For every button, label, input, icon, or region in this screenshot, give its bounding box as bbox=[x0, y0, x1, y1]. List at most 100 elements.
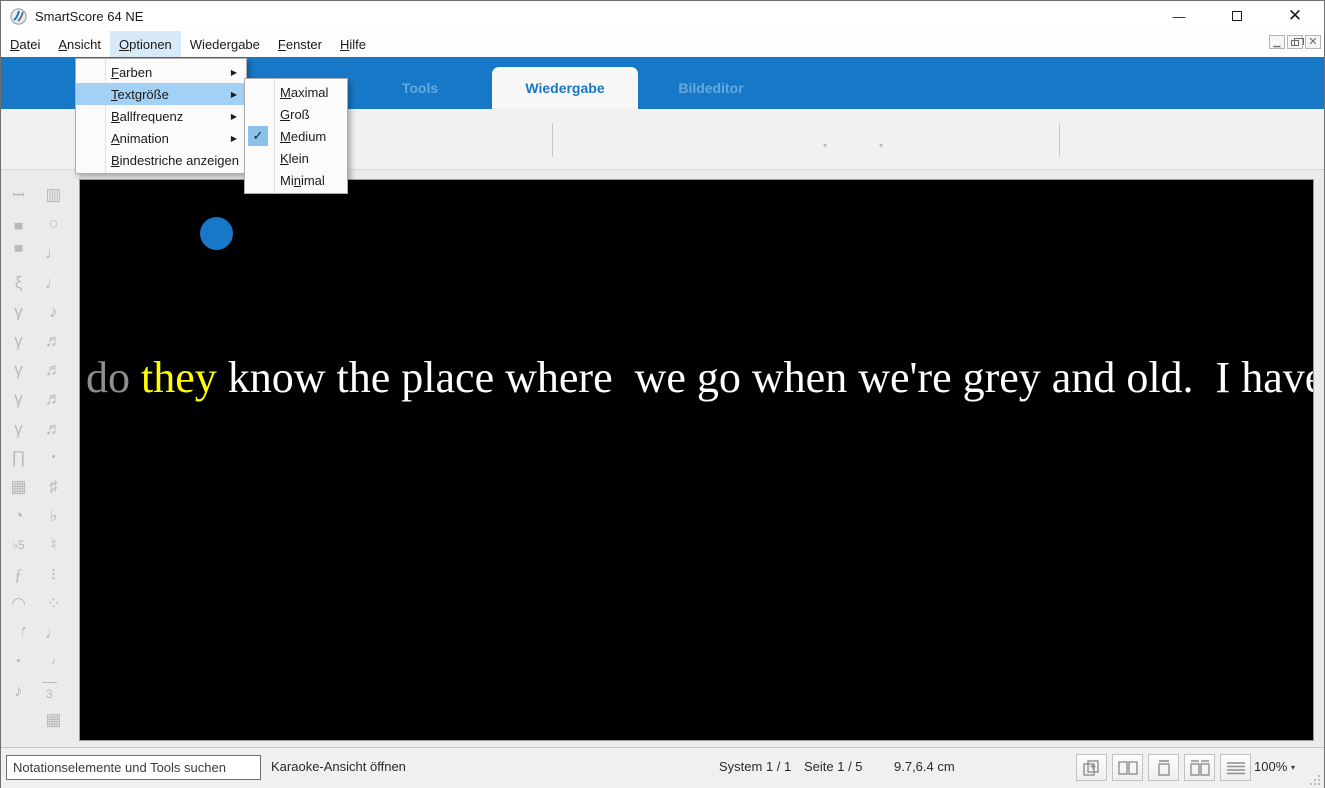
search-input[interactable] bbox=[6, 755, 261, 780]
single-page-view-icon bbox=[1157, 759, 1170, 776]
breve-rest-icon[interactable]: I bbox=[4, 177, 33, 212]
note-grid-icon[interactable]: ▦ bbox=[1, 472, 36, 501]
menu-item-animation[interactable]: Animation ▶ bbox=[76, 127, 246, 149]
stem-note-icon[interactable]: ♩ bbox=[36, 618, 71, 647]
empty-cell bbox=[1, 705, 36, 734]
tab-wiedergabe[interactable]: Wiedergabe bbox=[492, 67, 638, 109]
palette-row: γ ♬ bbox=[1, 326, 71, 355]
mdi-restore-button[interactable] bbox=[1287, 35, 1304, 49]
resize-grip[interactable] bbox=[1310, 775, 1321, 786]
continuous-view-button[interactable] bbox=[1220, 754, 1251, 781]
page-indicator: Seite 1 / 5 bbox=[804, 759, 863, 774]
undo-dropdown-icon[interactable]: ▾ bbox=[823, 141, 827, 150]
mdi-restore-icon bbox=[1291, 38, 1304, 46]
palette-row: ♭5 ♮ bbox=[1, 530, 71, 559]
checkmark-icon: ✓ bbox=[248, 126, 268, 146]
natural-icon[interactable]: ♮ bbox=[36, 530, 71, 559]
half-rest-icon[interactable]: ▀ bbox=[1, 238, 36, 267]
multimeasure-rest-icon[interactable]: ∏ bbox=[1, 443, 36, 472]
menubar-items: Datei Ansicht Optionen Wiedergabe Fenster Hil… bbox=[1, 31, 375, 57]
tab-tools[interactable]: Tools bbox=[348, 67, 492, 109]
mdi-minimize-button[interactable]: ▁ bbox=[1269, 35, 1285, 49]
karaoke-view-label: Karaoke-Ansicht öffnen bbox=[271, 759, 406, 774]
submenu-item-gro-[interactable]: Groß bbox=[245, 103, 347, 125]
grace-note-icon[interactable]: ♪ bbox=[36, 647, 71, 676]
submenu-item-minimal[interactable]: Minimal bbox=[245, 169, 347, 191]
optionen-menu: Farben ▶ Textgröße ▶ Ballfrequenz ▶ Animation ▶… bbox=[75, 58, 247, 174]
maximize-button[interactable] bbox=[1208, 1, 1266, 31]
karaoke-sung-text: do bbox=[86, 353, 141, 402]
document-area: I ▥ ▄ ○ ▀ ♩ ξ ♩ γ ♪ γ ♬ γ ♬ γ ♬ γ ♬ ∏ • ▦ ♯ ◔ ♭ ♭5 ♮ ƒ ⁝ ◠ ⁘ ♩ ♩ • ♪ ♪ 3 ▦ d… bbox=[1, 170, 1324, 747]
treble-clef-icon[interactable]: ƒ bbox=[1, 559, 36, 588]
onetwentyeighth-note-icon[interactable]: ♬ bbox=[36, 414, 71, 443]
palette-row: I ▥ bbox=[1, 180, 71, 209]
quarter-rest-icon[interactable]: ξ bbox=[1, 268, 36, 297]
mdi-close-button[interactable]: ✕ bbox=[1305, 35, 1321, 49]
submenu-arrow-icon: ▶ bbox=[230, 133, 237, 143]
sixteenth-note-icon[interactable]: ♬ bbox=[36, 326, 71, 355]
duplicate-page-button[interactable] bbox=[1076, 754, 1107, 781]
submenu-item-klein[interactable]: Klein bbox=[245, 147, 347, 169]
single-page-view-button[interactable] bbox=[1148, 754, 1179, 781]
palette-row: ▦ bbox=[1, 705, 71, 734]
menubar-item-optionen[interactable]: Optionen bbox=[110, 31, 181, 57]
stem-down-note-icon[interactable]: ♩ bbox=[1, 618, 36, 647]
half-note-icon[interactable]: ♩ bbox=[36, 238, 71, 267]
sixteenth-rest-icon[interactable]: γ bbox=[1, 326, 36, 355]
augmentation-dot-icon[interactable]: • bbox=[1, 647, 36, 676]
menubar-item-ansicht[interactable]: Ansicht bbox=[49, 31, 110, 57]
karaoke-upcoming-text: know the place where we go when we're gr… bbox=[227, 353, 1313, 402]
onetwentyeighth-rest-icon[interactable]: γ bbox=[1, 414, 36, 443]
eighth-note-tool-icon[interactable]: ♪ bbox=[1, 676, 36, 705]
dot-icon[interactable]: • bbox=[36, 443, 71, 472]
menu-item-ballfrequenz[interactable]: Ballfrequenz ▶ bbox=[76, 105, 246, 127]
duration-cursor-icon[interactable]: ◔ bbox=[1, 501, 36, 530]
karaoke-line: do they know the place where we go when … bbox=[86, 352, 1313, 403]
chord-cluster-icon[interactable]: ⁘ bbox=[36, 589, 71, 618]
menu-item-textgr-e[interactable]: Textgröße ▶ bbox=[76, 83, 246, 105]
facing-pages-view-icon bbox=[1189, 759, 1210, 776]
menubar-item-hilfe[interactable]: Hilfe bbox=[331, 31, 375, 57]
breve-note-icon[interactable]: ▥ bbox=[36, 180, 71, 209]
flat-icon[interactable]: ♭ bbox=[36, 501, 71, 530]
flat-five-icon[interactable]: ♭5 bbox=[1, 530, 36, 559]
sixtyfourth-note-icon[interactable]: ♬ bbox=[36, 384, 71, 413]
palette-row: ◔ ♭ bbox=[1, 501, 71, 530]
redo-dropdown-icon[interactable]: ▾ bbox=[879, 141, 883, 150]
sharp-icon[interactable]: ♯ bbox=[36, 472, 71, 501]
zoom-level[interactable]: 100% bbox=[1254, 759, 1287, 774]
palette-row: γ ♬ bbox=[1, 414, 71, 443]
whole-rest-icon[interactable]: ▄ bbox=[1, 209, 36, 238]
close-button[interactable]: ✕ bbox=[1266, 1, 1324, 31]
minimize-button[interactable]: — bbox=[1150, 1, 1208, 31]
two-page-view-icon bbox=[1117, 760, 1138, 775]
facing-pages-view-button[interactable] bbox=[1184, 754, 1215, 781]
slur-icon[interactable]: ◠ bbox=[1, 589, 36, 618]
thirtysecond-rest-icon[interactable]: γ bbox=[1, 355, 36, 384]
submenu-arrow-icon: ▶ bbox=[230, 111, 237, 121]
two-page-view-button[interactable] bbox=[1112, 754, 1143, 781]
menu-item-bindestriche-anzeigen[interactable]: Bindestriche anzeigen bbox=[76, 149, 246, 171]
whole-note-icon[interactable]: ○ bbox=[36, 209, 71, 238]
menubar-item-fenster[interactable]: Fenster bbox=[269, 31, 331, 57]
sixtyfourth-rest-icon[interactable]: γ bbox=[1, 384, 36, 413]
eighth-rest-icon[interactable]: γ bbox=[1, 297, 36, 326]
menu-item-farben[interactable]: Farben ▶ bbox=[76, 61, 246, 83]
menubar-item-wiedergabe[interactable]: Wiedergabe bbox=[181, 31, 269, 57]
eighth-note-icon[interactable]: ♪ bbox=[36, 297, 71, 326]
menubar-item-datei[interactable]: Datei bbox=[1, 31, 49, 57]
submenu-item-maximal[interactable]: Maximal bbox=[245, 81, 347, 103]
submenu-item-medium[interactable]: ✓ Medium bbox=[245, 125, 347, 147]
palette-row: γ ♪ bbox=[1, 297, 71, 326]
zoom-dropdown-icon[interactable]: ▾ bbox=[1291, 763, 1295, 772]
palette-row: γ ♬ bbox=[1, 384, 71, 413]
thirtysecond-note-icon[interactable]: ♬ bbox=[36, 355, 71, 384]
chord-icon[interactable]: ⁝ bbox=[36, 559, 71, 588]
palette-row: ◠ ⁘ bbox=[1, 589, 71, 618]
keypad-grid-icon[interactable]: ▦ bbox=[36, 705, 71, 734]
quarter-note-icon[interactable]: ♩ bbox=[36, 268, 71, 297]
toolbar-separator bbox=[552, 123, 553, 157]
triplet-icon[interactable]: 3 bbox=[42, 682, 57, 705]
mdi-window-controls: ▁ ✕ bbox=[1269, 35, 1321, 49]
tab-bildeditor[interactable]: Bildeditor bbox=[638, 67, 784, 109]
